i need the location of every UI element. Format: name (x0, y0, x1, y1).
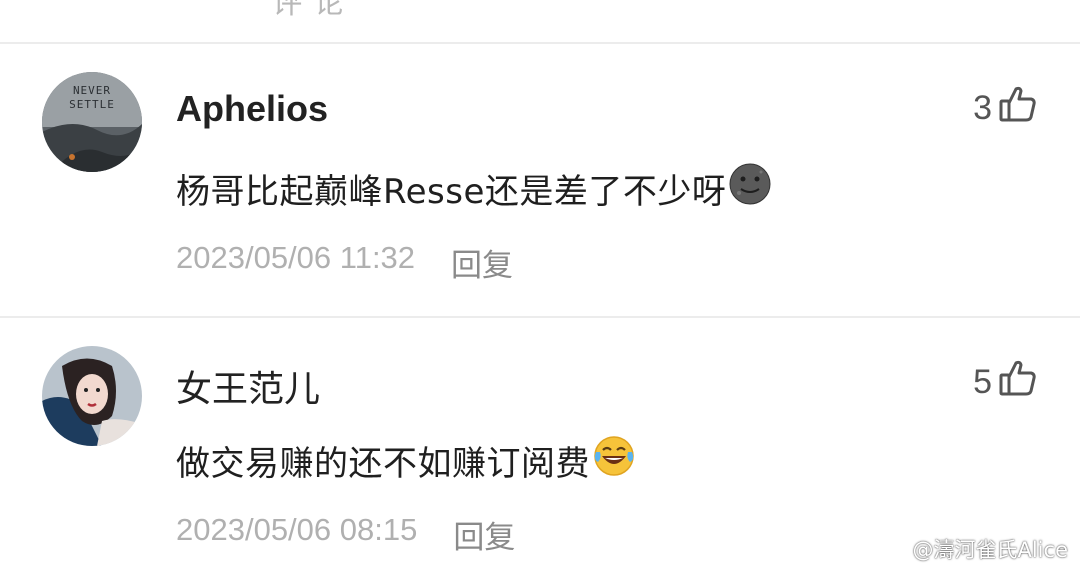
moon-face-emoji (728, 162, 772, 215)
watermark: @濤河雀氏Alice (886, 534, 1068, 564)
comment-meta: 2023/05/06 08:15 回复 (176, 512, 515, 557)
like-button[interactable]: 5 (973, 360, 1038, 404)
comment-item: NEVER SETTLE Aphelios 3 杨哥比起巅峰Resse还是差了不… (0, 44, 1080, 316)
username[interactable]: Aphelios (176, 88, 328, 130)
weibo-icon (886, 537, 908, 561)
like-count: 3 (973, 88, 992, 127)
thumbs-up-icon (998, 84, 1038, 133)
cut-off-text: “ ‘ ’ ” 评 论 (176, 0, 345, 21)
avatar[interactable] (42, 346, 142, 446)
reply-button[interactable]: 回复 (451, 240, 513, 285)
comment-text: 杨哥比起巅峰Resse还是差了不少呀 (176, 162, 772, 215)
like-count: 5 (973, 362, 992, 401)
avatar-text: NEVER (73, 84, 111, 97)
comment-text: 做交易赚的还不如赚订阅费 (176, 434, 636, 487)
avatar-text: SETTLE (69, 98, 115, 111)
thumbs-up-icon (998, 358, 1038, 407)
comment-meta: 2023/05/06 11:32 回复 (176, 240, 513, 285)
like-button[interactable]: 3 (973, 86, 1038, 130)
reply-button[interactable]: 回复 (453, 512, 515, 557)
username[interactable]: 女王范儿 (176, 360, 320, 412)
laughing-tears-emoji (592, 434, 636, 487)
watermark-text: @濤河雀氏Alice (912, 538, 1068, 562)
avatar[interactable]: NEVER SETTLE (42, 72, 142, 172)
timestamp: 2023/05/06 08:15 (176, 512, 418, 547)
timestamp: 2023/05/06 11:32 (176, 240, 416, 275)
comment-body: 做交易赚的还不如赚订阅费 (176, 444, 590, 484)
comment-body: 杨哥比起巅峰Resse还是差了不少呀 (176, 172, 727, 212)
comment-list: “ ‘ ’ ” 评 论 NEVER SETTLE Aphelios 3 杨哥比起… (0, 0, 1080, 582)
